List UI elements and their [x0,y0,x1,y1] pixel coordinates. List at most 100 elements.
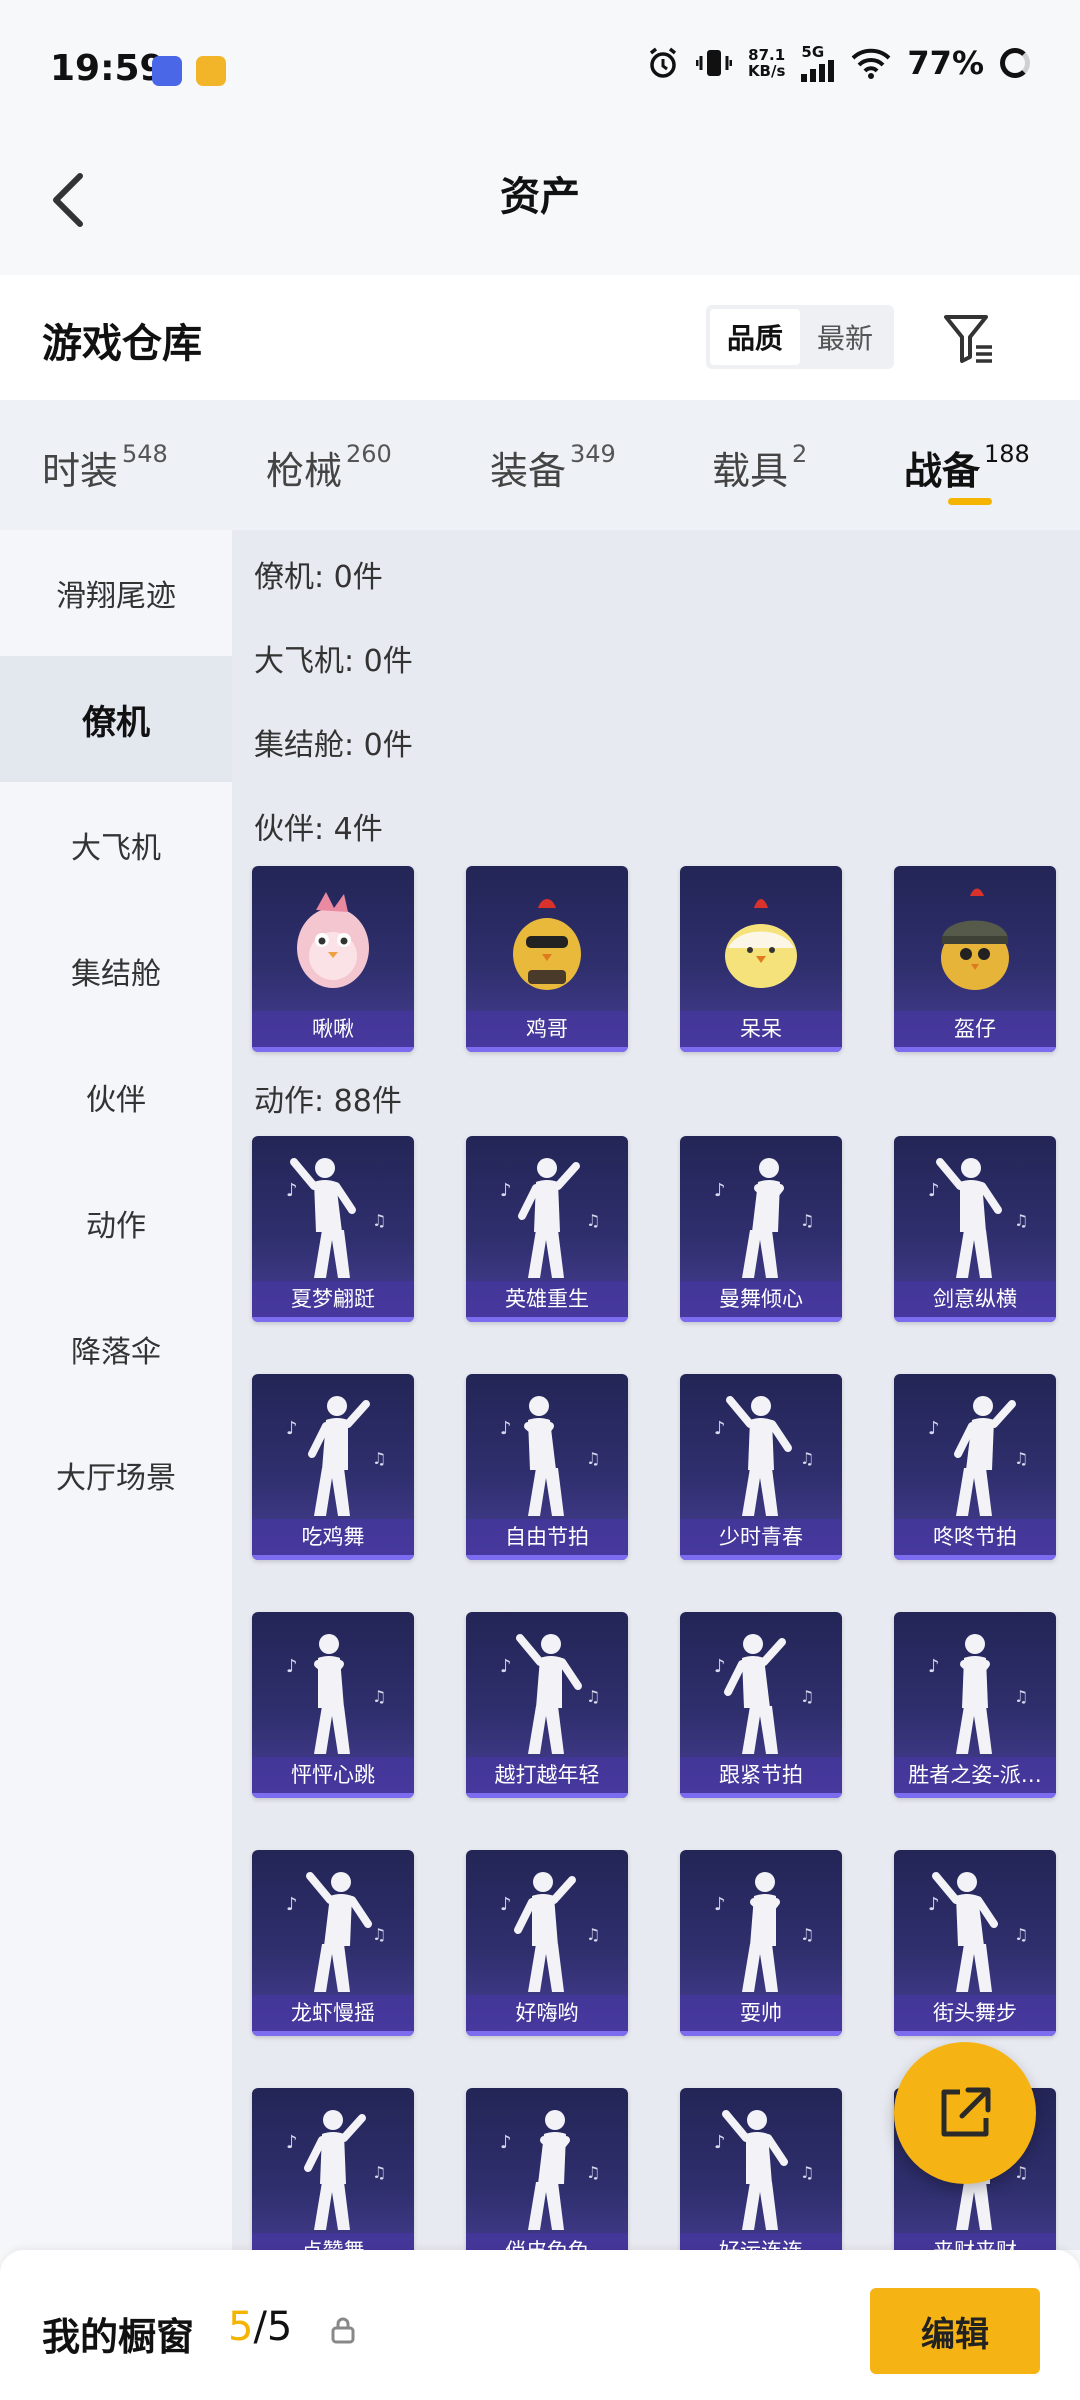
tab-fashion[interactable]: 时装 548 [42,440,168,495]
dancer-silhouette-icon: ♪♫ [500,1158,600,1278]
emote-card[interactable]: ♪ ♫ 少时青春 [680,1374,842,1560]
dancer-silhouette-icon: ♪♫ [286,1396,386,1516]
lock-icon [331,2317,355,2344]
sidebar-item-big-plane[interactable]: 大飞机 [0,782,232,908]
svg-text:♫: ♫ [1014,2163,1028,2182]
sidebar-item-parachute[interactable]: 降落伞 [0,1286,232,1412]
tab-combat-prep[interactable]: 战备 188 [904,440,1030,495]
svg-text:♫: ♫ [800,1925,814,1944]
status-bar: 19:59 87.1 KB/s 5G 77% [0,0,1080,140]
showcase-bar: 我的橱窗 5/5 编辑 [0,2250,1080,2400]
emote-card[interactable]: ♪ ♫ 耍帅 [680,1850,842,2036]
svg-text:♫: ♫ [1014,1449,1028,1468]
section-label-emote: 动作: 88件 [254,1084,402,1119]
vivo-app-icon [152,56,182,86]
card-label: 怦怦心跳 [252,1757,414,1793]
svg-text:♫: ♫ [372,1687,386,1706]
dancer-silhouette-icon: ♪♫ [286,1634,386,1754]
svg-text:♪: ♪ [714,1418,726,1439]
status-indicators: 87.1 KB/s 5G 77% [646,44,1030,82]
tab-equipment[interactable]: 装备 349 [490,440,616,495]
dancer-silhouette-icon: ♪♫ [928,1872,1028,1992]
card-label: 好运连连 [680,2233,842,2250]
svg-text:♪: ♪ [928,1418,940,1439]
emote-card[interactable]: ♪ ♫ 越打越年轻 [466,1612,628,1798]
sidebar-item-partner[interactable]: 伙伴 [0,1034,232,1160]
card-label: 英雄重生 [466,1281,628,1317]
emote-card[interactable]: ♪ ♫ 怦怦心跳 [252,1612,414,1798]
svg-text:♫: ♫ [372,1211,386,1230]
emote-card[interactable]: ♪ ♫ 好嗨哟 [466,1850,628,2036]
svg-text:♫: ♫ [1014,1211,1028,1230]
emote-card[interactable]: ♪ ♫ 曼舞倾心 [680,1136,842,1322]
svg-text:♫: ♫ [372,2163,386,2182]
wifi-icon [852,48,891,79]
card-label: 剑意纵横 [894,1281,1056,1317]
emote-card[interactable]: ♪ ♫ 胜者之姿-派… [894,1612,1056,1798]
sort-newest-option[interactable]: 最新 [800,309,890,365]
svg-text:♫: ♫ [372,1925,386,1944]
emote-card[interactable]: ♪♫好运连连 [680,2088,842,2250]
partner-card[interactable]: 盔仔 [894,866,1056,1052]
dancer-silhouette-icon: ♪♫ [500,2110,600,2230]
dancer-silhouette-icon: ♪♫ [714,1634,814,1754]
partner-card[interactable]: 啾啾 [252,866,414,1052]
card-label: 呆呆 [680,1011,842,1047]
svg-text:♫: ♫ [800,1449,814,1468]
battery-percent: 77% [907,44,984,82]
emote-card[interactable]: ♪♫俏皮兔兔 [466,2088,628,2250]
svg-text:♪: ♪ [286,1894,298,1915]
sidebar-item-glide-trail[interactable]: 滑翔尾迹 [0,530,232,656]
partner-card[interactable]: 呆呆 [680,866,842,1052]
showcase-title: 我的橱窗 [42,2315,195,2359]
active-tab-indicator [948,498,992,505]
dancer-silhouette-icon: ♪♫ [928,1634,1028,1754]
svg-text:♫: ♫ [586,1925,600,1944]
card-label: 龙虾慢摇 [252,1995,414,2031]
card-label: 跟紧节拍 [680,1757,842,1793]
emote-card[interactable]: ♪ ♫ 龙虾慢摇 [252,1850,414,2036]
net-speed: 87.1 KB/s [747,46,786,80]
sidebar-item-lobby-scene[interactable]: 大厅场景 [0,1412,232,1538]
emote-card[interactable]: ♪♫点赞舞 [252,2088,414,2250]
svg-text:♫: ♫ [800,1687,814,1706]
svg-text:♪: ♪ [928,1656,940,1677]
emote-card[interactable]: ♪ ♫ 跟紧节拍 [680,1612,842,1798]
emote-card[interactable]: ♪ ♫ 自由节拍 [466,1374,628,1560]
sidebar-item-emote[interactable]: 动作 [0,1160,232,1286]
card-label: 夏梦翩跹 [252,1281,414,1317]
emote-card[interactable]: ♪ ♫ 吃鸡舞 [252,1374,414,1560]
card-label: 曼舞倾心 [680,1281,842,1317]
sidebar: 滑翔尾迹 僚机 大飞机 集结舱 伙伴 动作 降落伞 大厅场景 [0,530,232,2250]
emote-card[interactable]: ♪ ♫ 英雄重生 [466,1136,628,1322]
dancer-silhouette-icon: ♪♫ [928,1396,1028,1516]
partner-card[interactable]: 鸡哥 [466,866,628,1052]
card-label: 胜者之姿-派… [894,1757,1056,1793]
dancer-silhouette-icon: ♪♫ [714,1872,814,1992]
warehouse-header: 游戏仓库 品质 最新 [0,275,1080,400]
emote-card[interactable]: ♪ ♫ 街头舞步 [894,1850,1056,2036]
dancer-silhouette-icon: ♪♫ [286,1872,386,1992]
svg-text:♪: ♪ [286,1656,298,1677]
dancer-silhouette-icon: ♪♫ [928,1158,1028,1278]
emote-card[interactable]: ♪ ♫ 剑意纵横 [894,1136,1056,1322]
sort-quality-option[interactable]: 品质 [710,309,800,365]
sidebar-item-wingman[interactable]: 僚机 [0,656,232,782]
emote-card[interactable]: ♪ ♫ 咚咚节拍 [894,1374,1056,1560]
battery-icon [1000,48,1030,78]
emote-card[interactable]: ♪ ♫ 夏梦翩跹 [252,1136,414,1322]
signal-icon: 5G [801,44,835,82]
card-label: 咚咚节拍 [894,1519,1056,1555]
tab-vehicles[interactable]: 载具 2 [712,440,807,495]
tab-weapons[interactable]: 枪械 260 [266,440,392,495]
edit-button[interactable]: 编辑 [870,2288,1040,2374]
share-fab-button[interactable] [894,2042,1036,2184]
sidebar-item-assembly-pod[interactable]: 集结舱 [0,908,232,1034]
svg-text:♫: ♫ [1014,1925,1028,1944]
helmet-chick-icon [941,888,1009,990]
svg-text:♪: ♪ [928,1180,940,1201]
dancer-silhouette-icon: ♪♫ [286,2110,386,2230]
section-label-partner: 伙伴: 4件 [254,812,383,847]
card-label: 耍帅 [680,1995,842,2031]
filter-button[interactable] [942,311,998,367]
